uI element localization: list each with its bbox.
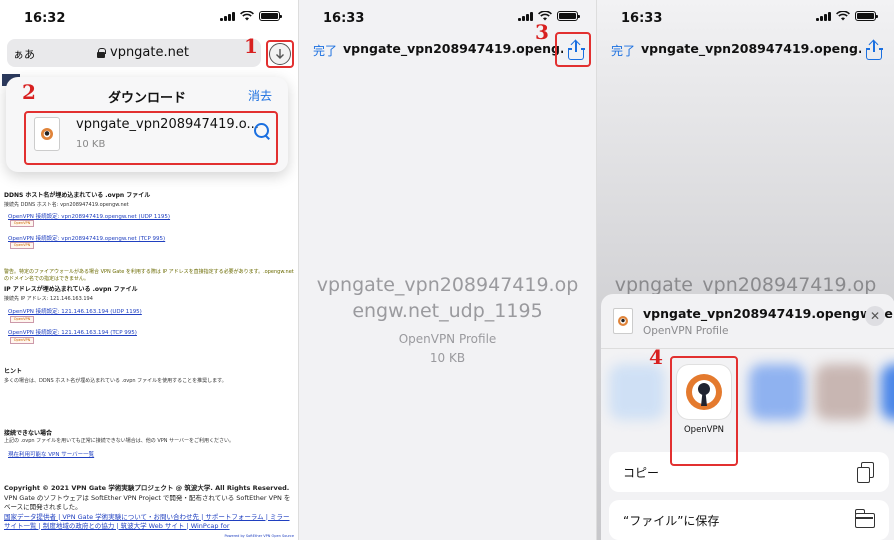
- ddns-heading: DDNS ホスト名が埋め込まれている .ovpn ファイル: [4, 192, 151, 199]
- status-time: 16:33: [621, 11, 663, 26]
- wifi-icon: [836, 11, 850, 21]
- share-apps-row: OpenVPN: [601, 352, 894, 442]
- url-field[interactable]: vpngate.net: [97, 45, 189, 60]
- status-icons: [220, 11, 282, 21]
- ovpn-link-tcp-ip[interactable]: OpenVPN 接続設定: 121.146.163.194 (TCP 995): [8, 328, 137, 336]
- footer-links[interactable]: 国家データ提供者 | VPN Gate 学術実験について・お問い合わせ先 | サ…: [4, 513, 294, 532]
- preview-file-name-line1: vpngate_vpn208947419.op: [316, 274, 579, 296]
- screenshot-root: 16:32 ぁあ vpngate.net DDNS ホスト名が埋め込まれている …: [0, 0, 894, 540]
- done-button[interactable]: 完了: [611, 42, 635, 59]
- footer-powered: Powered by SoftEther VPN Open Source: [224, 533, 294, 538]
- preview-nav-bar: 完了 vpngate_vpn208947419.openg...: [299, 36, 596, 64]
- close-icon[interactable]: ✕: [865, 306, 885, 326]
- openvpn-badge: OpenVPN: [10, 337, 34, 344]
- sheet-file-name: vpngate_vpn208947419.opengw.ne...: [643, 306, 894, 321]
- done-button[interactable]: 完了: [313, 42, 337, 59]
- signal-icon: [518, 11, 533, 21]
- status-bar: 16:33: [299, 0, 596, 34]
- ovpn-file-icon: [613, 308, 633, 334]
- signal-icon: [816, 11, 831, 21]
- lock-icon: [97, 47, 106, 58]
- blurred-app-icon[interactable]: [749, 364, 805, 420]
- preview-title: vpngate_vpn208947419.openg...: [343, 41, 563, 56]
- fail-heading: 接続できない場合: [4, 430, 53, 437]
- preview-file-name-line2: engw.net_udp_1195: [352, 300, 543, 322]
- status-time: 16:33: [323, 11, 365, 26]
- sheet-file-type: OpenVPN Profile: [643, 325, 729, 337]
- ip-heading: IP アドレスが埋め込まれている .ovpn ファイル: [4, 286, 138, 293]
- status-bar: 16:33: [597, 0, 894, 34]
- share-sheet-header: vpngate_vpn208947419.opengw.ne... OpenVP…: [601, 294, 894, 349]
- battery-icon: [855, 11, 878, 21]
- annotation-box-2: [24, 111, 278, 165]
- hint-text: 多くの場合は、DDNS ホスト名が埋め込まれている .ovpn ファイルを使用す…: [4, 378, 227, 384]
- step-number-4: 4: [649, 345, 663, 369]
- folder-icon: [854, 509, 875, 528]
- annotation-box-4: [670, 356, 738, 466]
- status-time: 16:32: [24, 11, 66, 26]
- annotation-box-1: [266, 40, 294, 68]
- ddns-host-text: 接続先 DDNS ホスト名: vpn208947419.opengw.net: [4, 202, 129, 208]
- url-text: vpngate.net: [110, 45, 189, 60]
- blurred-app-icon[interactable]: [881, 364, 894, 420]
- footer-copyright: Copyright © 2021 VPN Gate 学術実験プロジェクト @ 筑…: [4, 484, 290, 492]
- footer-about: VPN Gate のソフトウェアは SoftEther VPN Project …: [4, 493, 291, 512]
- blurred-app-icon[interactable]: [609, 364, 665, 420]
- annotation-box-3: [555, 32, 591, 67]
- preview-file-type: OpenVPN Profile: [398, 332, 497, 346]
- openvpn-badge: OpenVPN: [10, 220, 34, 227]
- clear-downloads-button[interactable]: 消去: [248, 87, 272, 104]
- preview-file-size: 10 KB: [429, 351, 466, 365]
- hint-heading: ヒント: [4, 368, 23, 375]
- copy-action[interactable]: コピー: [609, 452, 889, 492]
- address-bar[interactable]: ぁあ vpngate.net: [7, 39, 261, 67]
- preview-nav-bar: 完了 vpngate_vpn208947419.openg...: [597, 36, 894, 64]
- signal-icon: [220, 11, 235, 21]
- battery-icon: [259, 11, 282, 21]
- ovpn-link-udp-ip[interactable]: OpenVPN 接続設定: 121.146.163.194 (UDP 1195): [8, 307, 142, 315]
- preview-title: vpngate_vpn208947419.openg...: [641, 41, 861, 56]
- reader-options-button[interactable]: ぁあ: [13, 46, 35, 62]
- preview-file-name: vpngate_vpn208947419.op engw.net_udp_119…: [299, 272, 596, 324]
- openvpn-badge: OpenVPN: [10, 242, 34, 249]
- battery-icon: [557, 11, 580, 21]
- step-number-3: 3: [535, 20, 549, 44]
- downloads-title: ダウンロード: [107, 91, 186, 106]
- share-sheet-panel: 16:33 完了 vpngate_vpn208947419.openg... v…: [596, 0, 894, 540]
- step-number-2: 2: [22, 80, 36, 104]
- blurred-app-icon[interactable]: [815, 364, 871, 420]
- copy-icon: [857, 462, 874, 483]
- save-to-files-label: “ファイル”に保存: [623, 514, 720, 528]
- share-sheet: vpngate_vpn208947419.opengw.ne... OpenVP…: [601, 294, 894, 540]
- page-footer: Copyright © 2021 VPN Gate 学術実験プロジェクト @ 筑…: [4, 484, 294, 540]
- ovpn-link-tcp-ddns[interactable]: OpenVPN 接続設定: vpn208947419.opengw.net (T…: [8, 234, 165, 242]
- wifi-icon: [240, 11, 254, 21]
- ip-address-text: 接続先 IP アドレス: 121.146.163.194: [4, 296, 93, 302]
- safari-panel: 16:32 ぁあ vpngate.net DDNS ホスト名が埋め込まれている …: [0, 0, 298, 540]
- file-preview-panel: 16:33 完了 vpngate_vpn208947419.openg... v…: [298, 0, 596, 540]
- copy-label: コピー: [623, 466, 660, 480]
- status-bar: 16:32: [0, 0, 298, 34]
- server-list-link[interactable]: 現在利用可能な VPN サーバー一覧: [8, 450, 94, 458]
- save-to-files-action[interactable]: “ファイル”に保存: [609, 500, 889, 540]
- ovpn-link-udp-ddns[interactable]: OpenVPN 接続設定: vpn208947419.opengw.net (U…: [8, 212, 170, 220]
- firewall-warning: 警告。特定のファイアウォールがある場合 VPN Gate を利用する際は IP …: [4, 269, 294, 282]
- step-number-1: 1: [244, 34, 258, 58]
- openvpn-badge: OpenVPN: [10, 316, 34, 323]
- fail-text: 上記の .ovpn ファイルを用いても正常に接続できない場合は、他の VPN サ…: [4, 438, 235, 444]
- share-icon[interactable]: [865, 39, 883, 60]
- status-icons: [816, 11, 878, 21]
